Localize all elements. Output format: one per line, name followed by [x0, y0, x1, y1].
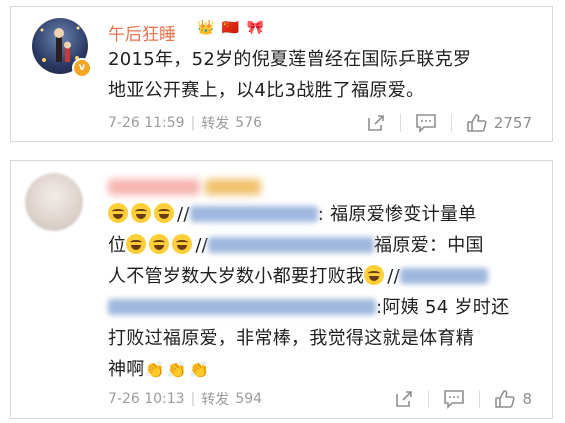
- laugh-cry-emoji: [131, 203, 151, 223]
- comment-button[interactable]: [443, 389, 465, 409]
- laugh-cry-emoji: [172, 234, 193, 254]
- post-time: 7-26 11:59: [108, 115, 185, 131]
- post-card: v 午后狂睡 👑 🇨🇳 🎀 2015年，52岁的倪夏莲曾经在国际乒联克罗 地亚公…: [10, 6, 553, 142]
- blurred-mention[interactable]: [208, 237, 375, 253]
- like-count: 8: [522, 390, 532, 408]
- post-footer: 7-26 11:59 | 转发 576 2757: [108, 113, 532, 133]
- comment-icon: [416, 114, 436, 133]
- user-badges: 👑 🇨🇳 🎀: [197, 20, 267, 36]
- clap-emoji: 👏: [166, 360, 188, 379]
- like-count: 2757: [493, 114, 532, 132]
- blurred-mention[interactable]: [108, 299, 376, 315]
- laugh-cry-emoji: [126, 234, 147, 254]
- like-icon: [495, 390, 516, 408]
- like-icon: [467, 114, 487, 132]
- china-flag-icon: 🇨🇳: [221, 20, 240, 36]
- share-button[interactable]: [366, 113, 386, 133]
- laugh-cry-emoji: [149, 234, 170, 254]
- share-icon: [368, 115, 384, 131]
- laugh-cry-emoji: [108, 203, 128, 223]
- laugh-cry-emoji: [364, 265, 385, 285]
- share-icon: [396, 391, 413, 407]
- clap-emoji: 👏: [189, 360, 210, 379]
- laugh-cry-emoji: [154, 203, 174, 223]
- blurred-mention[interactable]: [399, 268, 488, 284]
- crown-icon: 👑: [197, 20, 215, 36]
- comment-time: 7-26 10:13: [108, 391, 185, 407]
- comment-button[interactable]: [415, 113, 437, 133]
- like-button[interactable]: 2757: [466, 113, 532, 133]
- username-blurred[interactable]: [108, 179, 200, 195]
- repost-count: 594: [235, 391, 263, 407]
- clap-emoji: 👏: [144, 360, 165, 379]
- repost-count: 576: [235, 115, 263, 131]
- verified-badge: v: [72, 58, 92, 78]
- username[interactable]: 午后狂睡: [108, 20, 176, 45]
- comment-icon: [444, 390, 465, 409]
- blurred-mention[interactable]: [189, 206, 318, 222]
- comment-text: //: 福原爱惨变计量单 位//福原爱：中国 人不管岁数大岁数小都要打败我// …: [108, 199, 548, 385]
- like-button[interactable]: 8: [494, 389, 532, 409]
- ribbon-icon: 🎀: [246, 20, 265, 36]
- repost-label[interactable]: 转发: [201, 389, 229, 409]
- post-text: 2015年，52岁的倪夏莲曾经在国际乒联克罗 地亚公开赛上，以4比3战胜了福原爱…: [108, 49, 472, 101]
- user-badges-blurred: [205, 179, 261, 195]
- repost-label[interactable]: 转发: [201, 113, 229, 133]
- comment-card: //: 福原爱惨变计量单 位//福原爱：中国 人不管岁数大岁数小都要打败我// …: [10, 160, 553, 419]
- avatar[interactable]: [25, 173, 83, 231]
- share-button[interactable]: [394, 389, 414, 409]
- comment-footer: 7-26 10:13 | 转发 594 8: [108, 389, 532, 409]
